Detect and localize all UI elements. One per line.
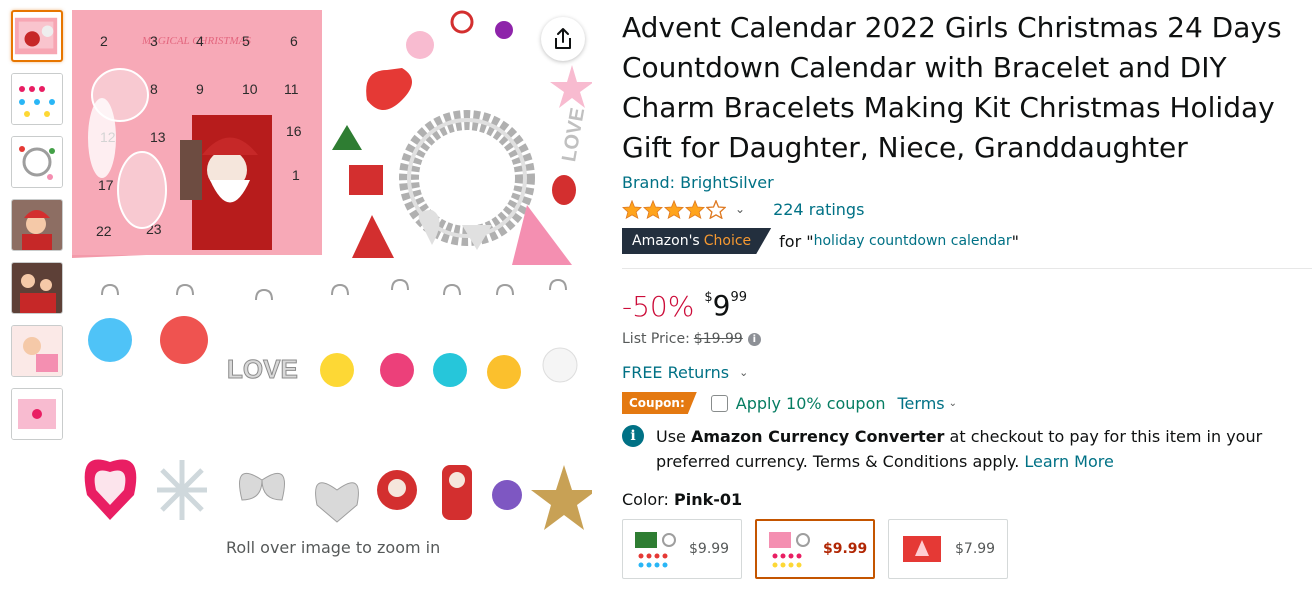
thumb-charms-image: [12, 74, 62, 124]
coupon-badge: Coupon:: [622, 392, 697, 414]
coupon-row: Coupon: Apply 10% coupon Terms ⌄: [622, 391, 1312, 415]
list-price-value: $19.99: [693, 331, 743, 347]
swatch-red-image: [903, 536, 941, 562]
bracelet-love-charm: LOVE: [558, 106, 589, 163]
info-circle-icon: i: [622, 425, 644, 447]
amazons-choice-badge: Amazon's Choice: [622, 228, 772, 254]
thumbnail-6[interactable]: [11, 325, 63, 377]
learn-more-link[interactable]: Learn More: [1024, 452, 1113, 471]
thumb-calendar-image: [14, 17, 58, 55]
thumbnail-4[interactable]: [11, 199, 63, 251]
color-swatch-option[interactable]: $7.99: [888, 519, 1008, 579]
calendar-day-number: 13: [150, 129, 166, 145]
swatch-price: $9.99: [689, 541, 730, 557]
thumbnail-1[interactable]: [11, 10, 63, 62]
calendar-day-number: 3: [150, 33, 158, 49]
converter-text: Use Amazon Currency Converter at checkou…: [656, 424, 1312, 474]
color-swatches: $9.99 $9.99 $7.99: [622, 519, 1312, 579]
thumbnail-5[interactable]: [11, 262, 63, 314]
chevron-down-icon[interactable]: ⌄: [735, 202, 745, 216]
chevron-down-icon: ⌄: [739, 366, 749, 379]
ratings-count-link[interactable]: 224 ratings: [773, 200, 864, 219]
info-icon[interactable]: i: [747, 332, 761, 346]
choice-prefix: Amazon's: [632, 233, 700, 249]
current-price: $9 99: [704, 289, 747, 323]
product-info: Advent Calendar 2022 Girls Christmas 24 …: [622, 8, 1312, 579]
rating-row: ⌄ 224 ratings: [622, 196, 1312, 222]
swatch-pink-image: [769, 532, 810, 568]
currency-converter-notice: i Use Amazon Currency Converter at check…: [622, 424, 1312, 474]
main-product-image[interactable]: MAGICAL CHRISTMAS 2345678910111213141516…: [72, 10, 597, 530]
thumb-girl-image: [12, 200, 62, 250]
product-title: Advent Calendar 2022 Girls Christmas 24 …: [622, 11, 1282, 164]
color-label-text: Color:: [622, 490, 669, 509]
apply-coupon-label[interactable]: Apply 10% coupon: [736, 394, 886, 413]
color-label: Color: Pink-01: [622, 490, 1312, 509]
thumbnail-7[interactable]: [11, 388, 63, 440]
thumbnail-list: [11, 10, 65, 451]
thumb-unboxing-image: [12, 326, 62, 376]
choice-word: Choice: [703, 233, 752, 249]
discount-percent: -50%: [622, 290, 695, 323]
amazons-choice-row: Amazon's Choice for " holiday countdown ca…: [622, 228, 1312, 254]
swatch-price: $7.99: [955, 541, 996, 557]
star-full-icon: [622, 199, 642, 219]
calendar-day-number: 9: [196, 81, 204, 97]
thumb-family-image: [12, 263, 62, 313]
calendar-day-number: 8: [150, 81, 158, 97]
share-icon: [555, 28, 571, 49]
calendar-day-number: 16: [286, 123, 302, 139]
calendar-day-number: 6: [290, 33, 298, 49]
color-value: Pink-01: [673, 490, 743, 509]
thumbnail-3[interactable]: [11, 136, 63, 188]
calendar-day-number: 1: [292, 167, 300, 183]
swatch-green-image: [635, 532, 676, 568]
choice-close-quote: ": [1011, 231, 1019, 251]
list-price-label: List Price:: [622, 331, 690, 347]
apply-coupon-checkbox[interactable]: [710, 394, 728, 412]
star-full-icon: [643, 199, 663, 219]
price-whole: 9: [712, 289, 731, 322]
swatch-price: $9.99: [823, 541, 868, 557]
converter-bold: Amazon Currency Converter: [690, 427, 945, 446]
thumb-giftbox-image: [12, 389, 62, 439]
calendar-day-number: 4: [196, 33, 204, 49]
brand-link[interactable]: Brand: BrightSilver: [622, 172, 1312, 194]
list-price-row: List Price: $19.99 i: [622, 331, 1312, 347]
chevron-down-icon: ⌄: [948, 397, 958, 409]
star-full-icon: [685, 199, 705, 219]
thumb-bracelet-image: [12, 137, 62, 187]
free-returns-link[interactable]: FREE Returns ⌄: [622, 363, 1312, 382]
zoom-hint: Roll over image to zoom in: [226, 538, 441, 557]
divider: [622, 268, 1312, 269]
star-full-icon: [664, 199, 684, 219]
coupon-terms-link[interactable]: Terms: [898, 394, 945, 413]
price-symbol: $: [704, 290, 713, 305]
love-charm: LOVE: [227, 354, 298, 384]
choice-for-label: for ": [779, 231, 814, 251]
calendar-day-number: 2: [100, 33, 108, 49]
converter-pre: Use: [656, 427, 691, 446]
calendar-day-number: 17: [98, 177, 114, 193]
calendar-day-number: 10: [242, 81, 258, 97]
calendar-day-number: 11: [284, 81, 299, 97]
price-row: -50% $9 99: [622, 289, 1312, 325]
free-returns-label: FREE Returns: [622, 363, 730, 382]
calendar-day-number: 22: [96, 223, 112, 239]
star-empty-icon: [706, 199, 726, 219]
thumbnail-2[interactable]: [11, 73, 63, 125]
calendar-day-number: 5: [242, 33, 250, 49]
product-image-art: MAGICAL CHRISTMAS 2345678910111213141516…: [72, 10, 597, 530]
color-swatch-option-selected[interactable]: $9.99: [755, 519, 875, 579]
color-swatch-option[interactable]: $9.99: [622, 519, 742, 579]
price-fraction: 99: [730, 290, 747, 305]
choice-keyword-link[interactable]: holiday countdown calendar: [814, 233, 1012, 249]
share-button[interactable]: [541, 17, 585, 61]
star-rating[interactable]: [622, 199, 727, 219]
